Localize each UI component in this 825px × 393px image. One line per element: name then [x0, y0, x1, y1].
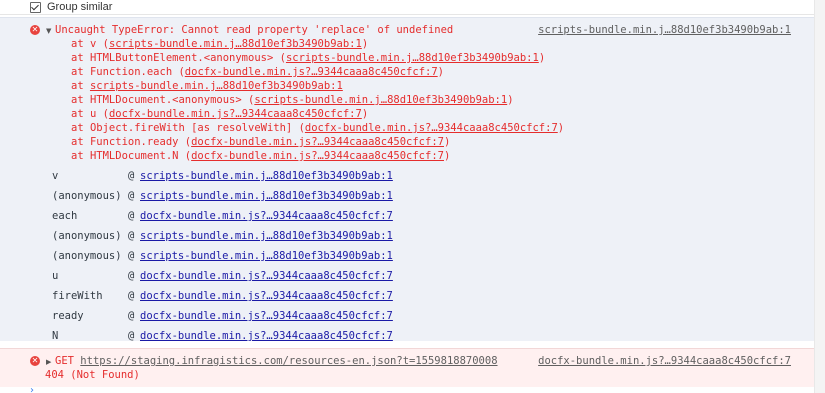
stack-function-name: each — [52, 210, 78, 222]
trace-line: at HTMLDocument.<anonymous> (scripts-bun… — [71, 94, 514, 106]
trace-line: at scripts-bundle.min.j…88d10ef3b3490b9a… — [71, 80, 343, 92]
trace-link[interactable]: docfx-bundle.min.js?…9344caaa8c450cfcf:7 — [191, 150, 444, 162]
stack-function-name: v — [52, 170, 59, 182]
console-toolbar: Group similar — [0, 0, 825, 15]
stack-source-link[interactable]: docfx-bundle.min.js?…9344caaa8c450cfcf:7 — [140, 206, 393, 226]
trace-link[interactable]: docfx-bundle.min.js?…9344caaa8c450cfcf:7 — [109, 108, 362, 120]
console-error-entry[interactable]: ✕ ▼ Uncaught TypeError: Cannot read prop… — [0, 17, 815, 342]
stack-source-link[interactable]: docfx-bundle.min.js?…9344caaa8c450cfcf:7 — [140, 326, 393, 346]
stack-function-name: (anonymous) — [52, 230, 122, 242]
error-source-link[interactable]: scripts-bundle.min.j…88d10ef3b3490b9ab:1 — [538, 23, 791, 37]
stack-source-link[interactable]: scripts-bundle.min.j…88d10ef3b3490b9ab:1 — [140, 226, 393, 246]
group-similar-label[interactable]: Group similar — [47, 1, 112, 13]
trace-link[interactable]: docfx-bundle.min.js?…9344caaa8c450cfcf:7 — [305, 122, 558, 134]
trace-link[interactable]: docfx-bundle.min.js?…9344caaa8c450cfcf:7 — [191, 136, 444, 148]
stack-row: ready @ docfx-bundle.min.js?…9344caaa8c450… — [52, 306, 393, 326]
error-message: Uncaught TypeError: Cannot read property… — [55, 24, 454, 36]
trace-link[interactable]: docfx-bundle.min.js?…9344caaa8c450cfcf:7 — [185, 66, 438, 78]
trace-link[interactable]: scripts-bundle.min.j…88d10ef3b3490b9ab:1 — [109, 38, 362, 50]
stack-function-name: (anonymous) — [52, 250, 122, 262]
entry-divider — [0, 17, 815, 18]
stack-source-link[interactable]: docfx-bundle.min.js?…9344caaa8c450cfcf:7 — [140, 306, 393, 326]
stack-source-link[interactable]: scripts-bundle.min.j…88d10ef3b3490b9ab:1 — [140, 246, 393, 266]
stack-row: u @ docfx-bundle.min.js?…9344caaa8c450cfcf… — [52, 266, 393, 286]
trace-line: at Object.fireWith [as resolveWith] (doc… — [71, 122, 565, 134]
request-method: GET — [55, 355, 74, 367]
stack-row: v @ scripts-bundle.min.j…88d10ef3b3490b9ab… — [52, 166, 393, 186]
stack-row: fireWith @ docfx-bundle.min.js?…9344caaa8c… — [52, 286, 393, 306]
network-status: 404 (Not Found) — [45, 369, 140, 381]
stack-function-name: N — [52, 330, 59, 342]
network-source-link[interactable]: docfx-bundle.min.js?…9344caaa8c450cfcf:7 — [538, 354, 791, 368]
prompt-chevron-icon[interactable]: › — [30, 386, 34, 393]
request-url-link[interactable]: https://staging.infragistics.com/resourc… — [80, 355, 497, 367]
trace-line: at u (docfx-bundle.min.js?…9344caaa8c450… — [71, 108, 369, 120]
stack-source-link[interactable]: docfx-bundle.min.js?…9344caaa8c450cfcf:7 — [140, 266, 393, 286]
stack-source-link[interactable]: docfx-bundle.min.js?…9344caaa8c450cfcf:7 — [140, 286, 393, 306]
stack-row: (anonymous) @ scripts-bundle.min.j…88d10ef… — [52, 246, 393, 266]
error-circle-icon: ✕ — [30, 25, 40, 35]
trace-link[interactable]: scripts-bundle.min.j…88d10ef3b3490b9ab:1 — [254, 94, 507, 106]
stack-row: (anonymous) @ scripts-bundle.min.j…88d10ef… — [52, 226, 393, 246]
devtools-console: Group similar ✕ ▼ Uncaught TypeError: Ca… — [0, 0, 825, 393]
error-circle-icon: ✕ — [30, 356, 40, 366]
stack-row: (anonymous) @ scripts-bundle.min.j…88d10ef… — [52, 186, 393, 206]
group-similar-checkbox[interactable] — [30, 1, 41, 13]
trace-link[interactable]: scripts-bundle.min.j…88d10ef3b3490b9ab:1 — [90, 80, 343, 92]
trace-link[interactable]: scripts-bundle.min.j…88d10ef3b3490b9ab:1 — [286, 52, 539, 64]
trace-line: at v (scripts-bundle.min.j…88d10ef3b3490… — [71, 38, 369, 50]
console-network-error-entry[interactable]: ✕ ▶ GET https://staging.infragistics.com… — [0, 349, 815, 387]
stack-row: each @ docfx-bundle.min.js?…9344caaa8c450c… — [52, 206, 393, 226]
error-trace: at v (scripts-bundle.min.j…88d10ef3b3490… — [71, 37, 564, 163]
call-stack-table: v @ scripts-bundle.min.j…88d10ef3b3490b9ab… — [52, 166, 393, 346]
stack-row: N @ docfx-bundle.min.js?…9344caaa8c450cfcf… — [52, 326, 393, 346]
expand-triangle-icon[interactable]: ▼ — [46, 27, 51, 35]
stack-function-name: u — [52, 270, 59, 282]
vertical-scrollbar[interactable] — [814, 0, 825, 393]
trace-line: at Function.ready (docfx-bundle.min.js?…… — [71, 136, 451, 148]
stack-function-name: (anonymous) — [52, 190, 122, 202]
expand-triangle-icon[interactable]: ▶ — [46, 358, 51, 366]
trace-line: at HTMLButtonElement.<anonymous> (script… — [71, 52, 546, 64]
stack-function-name: fireWith — [52, 290, 103, 302]
stack-function-name: ready — [52, 310, 84, 322]
stack-source-link[interactable]: scripts-bundle.min.j…88d10ef3b3490b9ab:1 — [140, 186, 393, 206]
trace-line: at HTMLDocument.N (docfx-bundle.min.js?…… — [71, 150, 451, 162]
network-request-line: GET https://staging.infragistics.com/res… — [55, 354, 498, 368]
stack-source-link[interactable]: scripts-bundle.min.j…88d10ef3b3490b9ab:1 — [140, 166, 393, 186]
trace-line: at Function.each (docfx-bundle.min.js?…9… — [71, 66, 444, 78]
